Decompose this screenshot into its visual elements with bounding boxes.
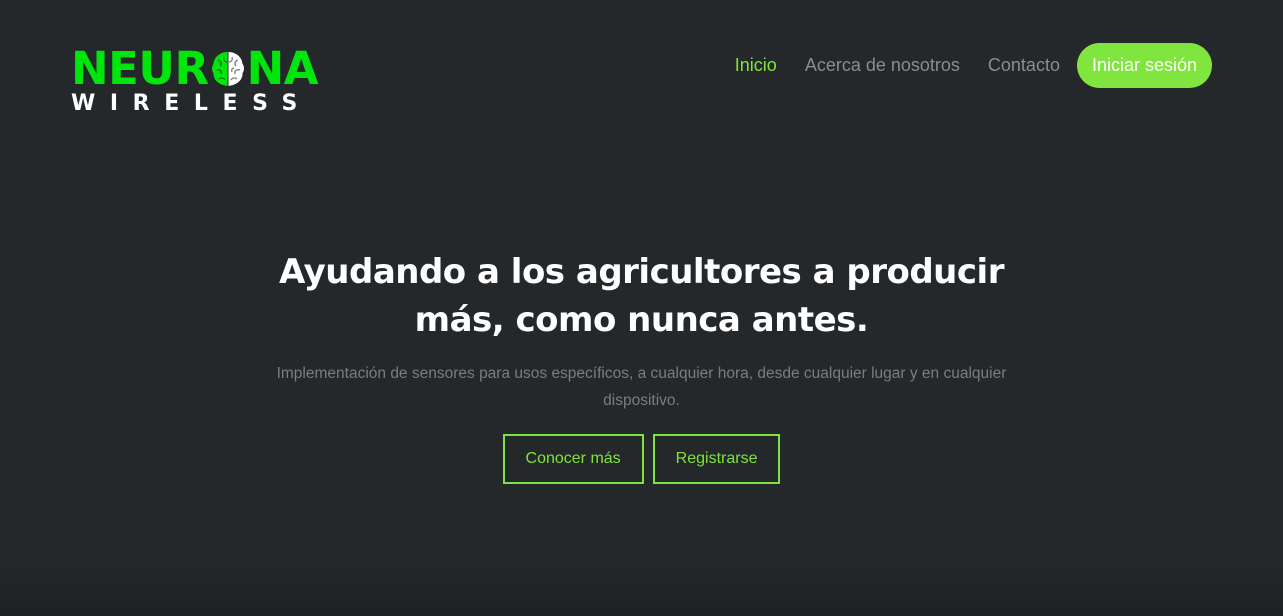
- logo-text-left: NEUR: [71, 42, 209, 95]
- bottom-shade: [0, 556, 1283, 616]
- hero-title: Ayudando a los agricultores a producir m…: [252, 248, 1032, 344]
- learn-more-button[interactable]: Conocer más: [502, 434, 644, 484]
- hero-section: Ayudando a los agricultores a producir m…: [0, 248, 1283, 484]
- logo-top-row: NEUR NA: [71, 42, 341, 95]
- nav-item-contacto[interactable]: Contacto: [988, 55, 1060, 76]
- hero-subtitle: Implementación de sensores para usos esp…: [276, 365, 1007, 409]
- hero-title-line1: Ayudando a los agricultores a producir: [279, 252, 1004, 292]
- hero-title-line2: más, como nunca antes.: [414, 300, 869, 340]
- main-nav: Inicio Acerca de nosotros Contacto Inici…: [707, 43, 1212, 88]
- nav-item-inicio[interactable]: Inicio: [735, 55, 777, 76]
- logo-text-right: NA: [246, 42, 319, 95]
- site-header: NEUR NA WIRELESS Inicio Acerca de nosotr…: [0, 0, 1283, 130]
- brand-logo[interactable]: NEUR NA WIRELESS: [71, 42, 341, 118]
- hero-buttons: Conocer más Registrarse: [0, 434, 1283, 484]
- brain-icon: [211, 52, 244, 86]
- login-button[interactable]: Iniciar sesión: [1076, 43, 1212, 88]
- logo-subtext: WIRELESS: [71, 91, 312, 116]
- nav-item-acerca[interactable]: Acerca de nosotros: [805, 55, 960, 76]
- register-button[interactable]: Registrarse: [652, 434, 781, 484]
